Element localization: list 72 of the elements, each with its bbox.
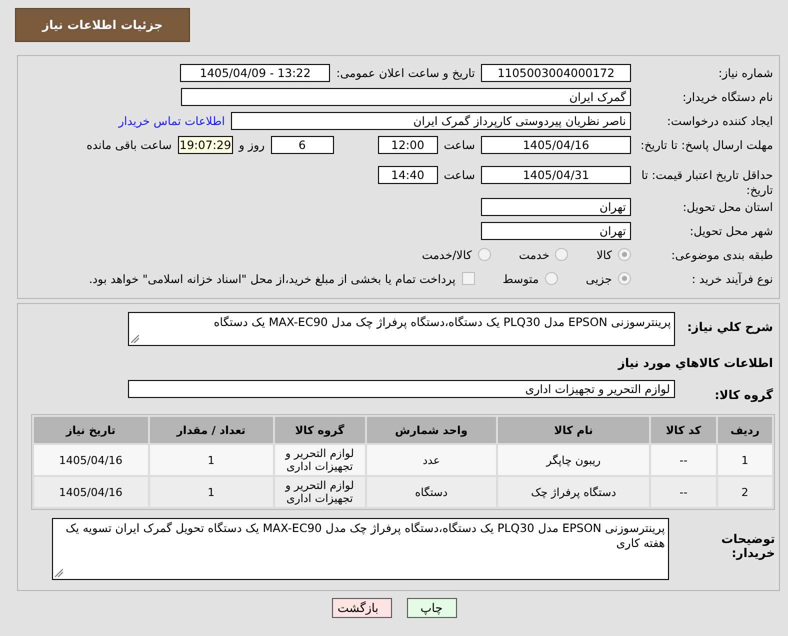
back-button[interactable]: بازگشت — [332, 598, 392, 618]
contact-link[interactable]: اطلاعات تماس خریدار — [118, 112, 225, 128]
column-header: نام کالا — [498, 417, 650, 443]
print-button[interactable]: چاپ — [406, 598, 456, 618]
table-cell: لوازم التحریر و تجهیزات اداری — [274, 477, 365, 507]
column-header: کد کالا — [651, 417, 716, 443]
buyer-org-field[interactable]: گمرک ایران — [181, 88, 631, 106]
resize-grip-icon[interactable] — [55, 569, 63, 577]
table-cell: 1 — [718, 445, 772, 475]
radio-button[interactable] — [618, 248, 631, 261]
field-label: حداقل تاریخ اعتبار قیمت: تا تاریخ: — [640, 167, 774, 198]
column-header: ردیف — [718, 417, 772, 443]
page-title: جزئیات اطلاعات نیاز — [15, 8, 190, 42]
time-label: ساعت — [444, 167, 475, 182]
table-cell: 1405/04/16 — [34, 477, 148, 507]
remaining-time-field[interactable]: 19:07:29 — [178, 136, 233, 154]
table-cell: 2 — [718, 477, 772, 507]
table-cell: -- — [651, 445, 716, 475]
province-field[interactable]: تهران — [481, 198, 631, 216]
section-heading: اطلاعات كالاهاي مورد نياز — [616, 355, 774, 372]
field-label: نوع فرآیند خرید : — [690, 271, 774, 287]
section-label: گروه کالا: — [714, 387, 774, 402]
date-field[interactable]: 1405/04/16 — [481, 136, 631, 154]
field-label: نام دستگاه خریدار: — [681, 89, 774, 105]
field-label: طبقه بندی موضوعی: — [670, 247, 774, 263]
option-label: کالا — [596, 247, 612, 262]
radio-button[interactable] — [555, 248, 568, 261]
description-field[interactable]: پرینترسوزنی EPSON مدل PLQ30 یک دستگاه،دستگاه پرفراژ چک مدل MAX-EC90 یک دستگاه — [128, 312, 675, 346]
table-cell: 1 — [150, 477, 273, 507]
column-header: تعداد / مقدار — [150, 417, 273, 443]
section-label: توضیحات خریدار: — [720, 531, 776, 560]
time-field[interactable]: 14:40 — [378, 166, 438, 184]
resize-grip-icon[interactable] — [131, 335, 139, 343]
option-label: جزیی — [586, 271, 612, 286]
announce-date-field[interactable]: 1405/04/09 - 13:22 — [180, 64, 330, 82]
option-label: کالا/خدمت — [422, 247, 472, 262]
field-label: شهر محل تحویل: — [688, 223, 774, 239]
table-cell: لوازم التحریر و تجهیزات اداری — [274, 445, 365, 475]
checkbox[interactable] — [462, 272, 475, 285]
checkbox-label: پرداخت تمام یا بخشی از مبلغ خرید،از محل "اسناد خزانه اسلامی" خواهد بود. — [88, 271, 456, 286]
section-label: شرح كلي نياز: — [686, 319, 774, 334]
table-cell: 1405/04/16 — [34, 445, 148, 475]
column-header: گروه کالا — [274, 417, 365, 443]
date-field[interactable]: 1405/04/31 — [481, 166, 631, 184]
goods-group-field[interactable]: لوازم التحریر و تجهیزات اداری — [128, 380, 675, 398]
remaining-label: ساعت باقی مانده — [86, 137, 172, 152]
column-header: واحد شمارش — [366, 417, 496, 443]
radio-button[interactable] — [478, 248, 491, 261]
field-label: تاریخ و ساعت اعلان عمومی: — [336, 65, 475, 80]
buyer-notes-field[interactable]: پرینترسوزنی EPSON مدل PLQ30 یک دستگاه،دستگاه پرفراژ چک مدل MAX-EC90 یک دستگاه تحویل گمرک ایران تسویه یک هفته کاری — [52, 518, 669, 580]
time-field[interactable]: 12:00 — [378, 136, 438, 154]
table-cell: 1 — [150, 445, 273, 475]
city-field[interactable]: تهران — [481, 222, 631, 240]
radio-button[interactable] — [618, 272, 631, 285]
table-cell: دستگاه — [366, 477, 496, 507]
column-header: تاریخ نیاز — [34, 417, 148, 443]
field-label: استان محل تحویل: — [682, 199, 774, 215]
time-label: ساعت — [444, 137, 475, 152]
table-cell: دستگاه پرفراژ چک — [498, 477, 650, 507]
need-number-field[interactable]: 1105003004000172 — [481, 64, 631, 82]
field-label: شماره نیاز: — [717, 65, 774, 81]
table-cell: -- — [651, 477, 716, 507]
option-label: متوسط — [502, 271, 539, 286]
days-label: روز و — [238, 137, 265, 152]
option-label: خدمت — [518, 247, 550, 262]
requester-field[interactable]: ناصر نظریان پیردوستی کارپرداز گمرک ایران — [231, 112, 631, 130]
table-cell: ریبون چاپگر — [498, 445, 650, 475]
radio-button[interactable] — [544, 272, 558, 285]
field-label: ایجاد کننده درخواست: — [666, 113, 774, 129]
table-cell: عدد — [366, 445, 496, 475]
days-field[interactable]: 6 — [270, 136, 334, 154]
field-label: مهلت ارسال پاسخ: تا تاریخ: — [639, 137, 774, 153]
